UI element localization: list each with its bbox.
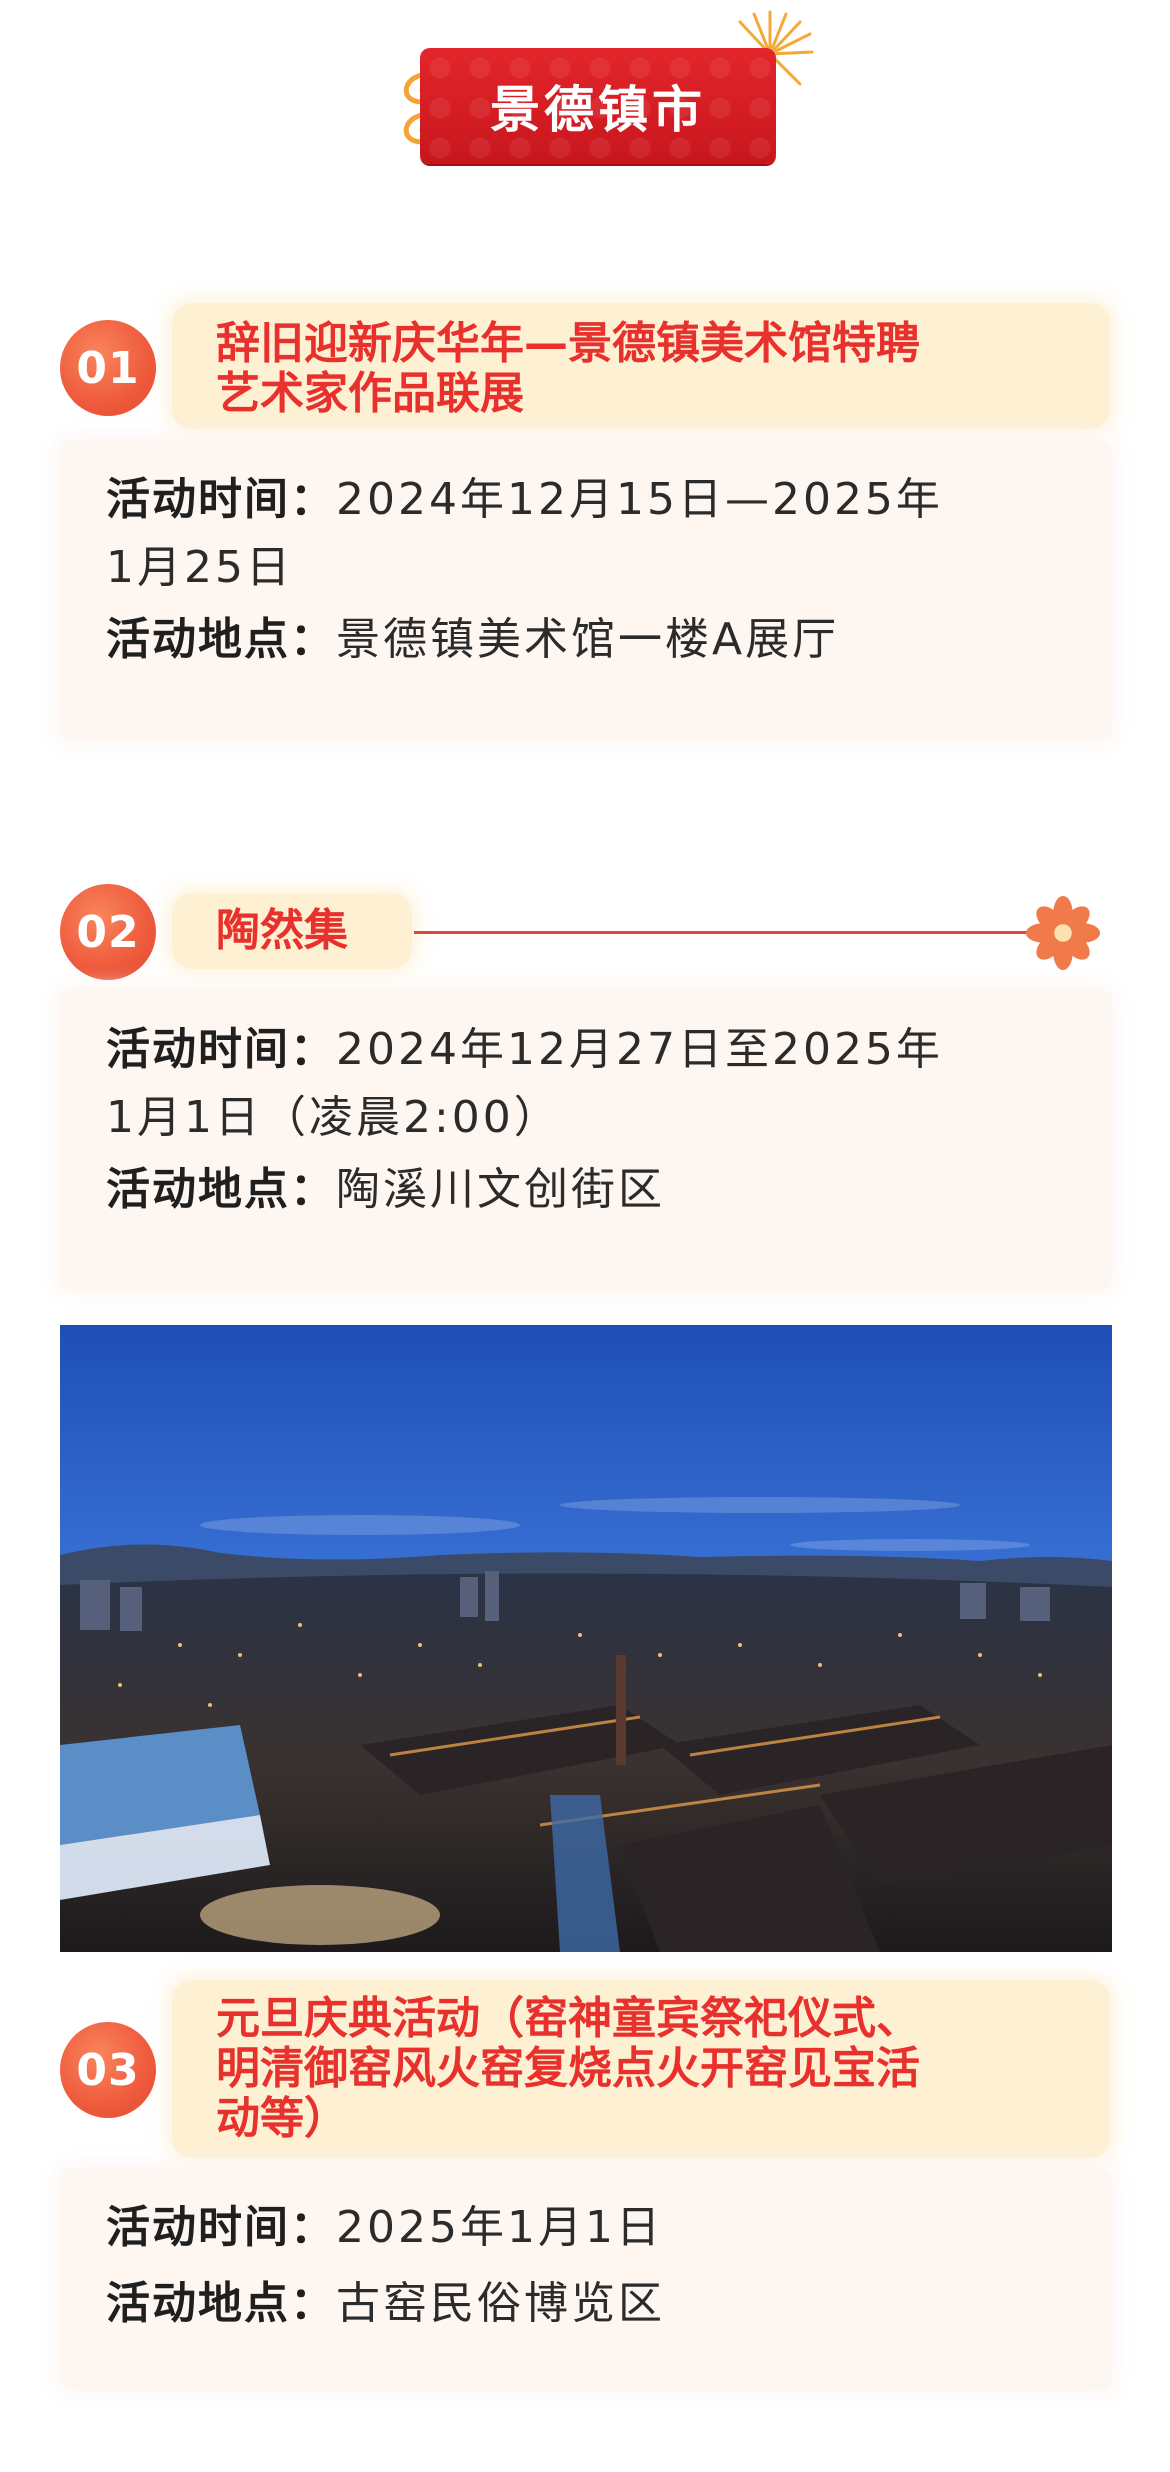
event-3-time: 活动时间：2025年1月1日 [106, 2202, 663, 2253]
event-1-place: 活动地点：景德镇美术馆一楼A展厅 [106, 614, 840, 665]
title-divider-line [414, 931, 1034, 934]
event-2-place: 活动地点：陶溪川文创街区 [106, 1164, 665, 1215]
event-2-time-cont: 1月1日（凌晨2:00） [106, 1092, 561, 1143]
night-city-photo [60, 1325, 1112, 1952]
event-1-time-cont: 1月25日 [106, 542, 293, 593]
event-3-place: 活动地点：古窑民俗博览区 [106, 2278, 665, 2329]
event-2-time: 活动时间：2024年12月27日至2025年 [106, 1024, 943, 1075]
event-1-time: 活动时间：2024年12月15日—2025年 [106, 474, 943, 525]
event-1-title: 辞旧迎新庆华年—景德镇美术馆特聘 艺术家作品联展 [172, 303, 1110, 429]
event-3-card: 活动时间：2025年1月1日 活动地点：古窑民俗博览区 [60, 2168, 1112, 2390]
event-2-number: 02 [60, 884, 156, 980]
header-banner: 景德镇市 [420, 48, 776, 164]
event-2-card: 活动时间：2024年12月27日至2025年 1月1日（凌晨2:00） 活动地点… [60, 990, 1112, 1290]
event-1-number: 01 [60, 320, 156, 416]
event-2-title: 陶然集 [172, 893, 412, 969]
event-3-title: 元旦庆典活动（窑神童宾祭祀仪式、 明清御窑风火窑复烧点火开窑见宝活 动等） [172, 1980, 1110, 2158]
page-title: 景德镇市 [490, 81, 706, 139]
night-city-aerial-photo-icon [60, 1325, 1112, 1952]
event-3-number: 03 [60, 2022, 156, 2118]
flower-icon [1025, 895, 1101, 971]
event-1-card: 活动时间：2024年12月15日—2025年 1月25日 活动地点：景德镇美术馆… [60, 440, 1112, 740]
